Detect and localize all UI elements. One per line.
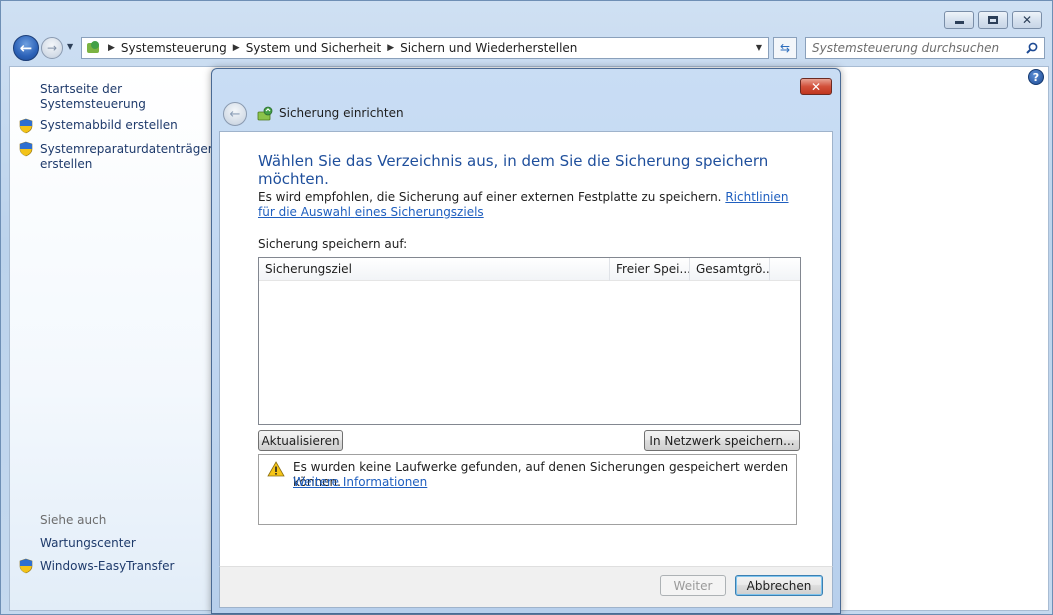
repair-disc-label-line1: Systemreparaturdatenträger	[40, 142, 213, 156]
search-input[interactable]: Systemsteuerung durchsuchen	[805, 37, 1045, 59]
close-window-button[interactable]: ✕	[1012, 11, 1042, 29]
column-total-size[interactable]: Gesamtgrö...	[690, 258, 770, 281]
setup-backup-dialog: ✕ ← Sicherung einrichten Wählen Sie das …	[211, 68, 841, 614]
left-task-pane: Startseite der Systemsteuerung Systemabb…	[10, 67, 213, 610]
page-heading: Wählen Sie das Verzeichnis aus, in dem S…	[258, 152, 769, 188]
column-backup-target[interactable]: Sicherungsziel	[259, 258, 610, 281]
next-button[interactable]: Weiter	[660, 575, 726, 596]
minimize-icon	[954, 21, 964, 24]
dialog-body: Wählen Sie das Verzeichnis aus, in dem S…	[219, 131, 833, 567]
recommendation-label: Es wird empfohlen, die Sicherung auf ein…	[258, 190, 722, 204]
breadcrumb-backup-restore[interactable]: Sichern und Wiederherstellen	[400, 41, 577, 55]
uac-shield-icon	[19, 558, 33, 574]
back-arrow-icon: ←	[229, 106, 241, 122]
create-system-image-link[interactable]: Systemabbild erstellen	[40, 118, 178, 133]
backup-destination-list[interactable]: Sicherungsziel Freier Spei... Gesamtgrö.…	[258, 257, 801, 425]
chevron-right-icon[interactable]: ▶	[108, 43, 115, 53]
recent-pages-dropdown[interactable]: ▼	[67, 42, 77, 52]
dialog-back-button[interactable]: ←	[223, 102, 247, 126]
breadcrumb-control-panel[interactable]: Systemsteuerung	[121, 41, 227, 55]
control-panel-icon	[86, 41, 102, 55]
warning-notice: Es wurden keine Laufwerke gefunden, auf …	[258, 454, 797, 525]
create-repair-disc-link[interactable]: Systemreparaturdatenträger erstellen	[40, 142, 213, 172]
backup-app-icon	[257, 106, 273, 121]
breadcrumb-system-security[interactable]: System und Sicherheit	[246, 41, 382, 55]
dialog-close-button[interactable]: ✕	[800, 78, 832, 95]
action-center-link[interactable]: Wartungscenter	[40, 536, 136, 551]
guidelines-link-line2: eines Sicherungsziels	[354, 205, 484, 219]
cancel-button[interactable]: Abbrechen	[735, 575, 823, 596]
refresh-list-button[interactable]: Aktualisieren	[258, 430, 343, 451]
close-icon: ✕	[810, 79, 822, 94]
refresh-button[interactable]: ⇆	[773, 37, 797, 59]
easy-transfer-link[interactable]: Windows-EasyTransfer	[40, 559, 174, 574]
uac-shield-icon	[19, 118, 33, 134]
column-free-space[interactable]: Freier Spei...	[610, 258, 690, 281]
help-icon[interactable]: ?	[1028, 69, 1044, 85]
address-bar[interactable]: ▶ Systemsteuerung ▶ System und Sicherhei…	[81, 37, 769, 59]
repair-disc-label-line2: erstellen	[40, 157, 93, 171]
control-panel-home-link[interactable]: Startseite der Systemsteuerung	[40, 82, 213, 112]
search-icon[interactable]	[1026, 42, 1038, 54]
close-icon: ✕	[1021, 13, 1033, 27]
back-button[interactable]: ←	[13, 35, 39, 61]
search-placeholder: Systemsteuerung durchsuchen	[812, 41, 1000, 55]
see-also-heading: Siehe auch	[40, 513, 107, 527]
dialog-footer: Weiter Abbrechen	[219, 566, 833, 608]
more-info-link[interactable]: Weitere Informationen	[293, 475, 427, 489]
forward-button[interactable]: →	[41, 37, 63, 59]
forward-arrow-icon: →	[46, 41, 58, 55]
save-to-label: Sicherung speichern auf:	[258, 237, 408, 251]
window-caption-buttons: ✕	[944, 11, 1042, 29]
save-to-network-button[interactable]: In Netzwerk speichern...	[644, 430, 800, 451]
dialog-title: Sicherung einrichten	[279, 106, 404, 120]
uac-shield-icon	[19, 141, 33, 157]
list-header: Sicherungsziel Freier Spei... Gesamtgrö.…	[259, 258, 800, 281]
warning-icon	[267, 461, 285, 477]
navigation-bar: ← → ▼ ▶ Systemsteuerung ▶ System und Sic…	[9, 34, 1049, 62]
minimize-button[interactable]	[944, 11, 974, 29]
maximize-button[interactable]	[978, 11, 1008, 29]
chevron-right-icon[interactable]: ▶	[387, 43, 394, 53]
address-dropdown-icon[interactable]: ▼	[756, 43, 762, 52]
recommendation-text: Es wird empfohlen, die Sicherung auf ein…	[258, 190, 808, 220]
maximize-icon	[988, 16, 998, 24]
back-arrow-icon: ←	[19, 39, 33, 57]
chevron-right-icon[interactable]: ▶	[233, 43, 240, 53]
refresh-icon: ⇆	[779, 41, 791, 55]
